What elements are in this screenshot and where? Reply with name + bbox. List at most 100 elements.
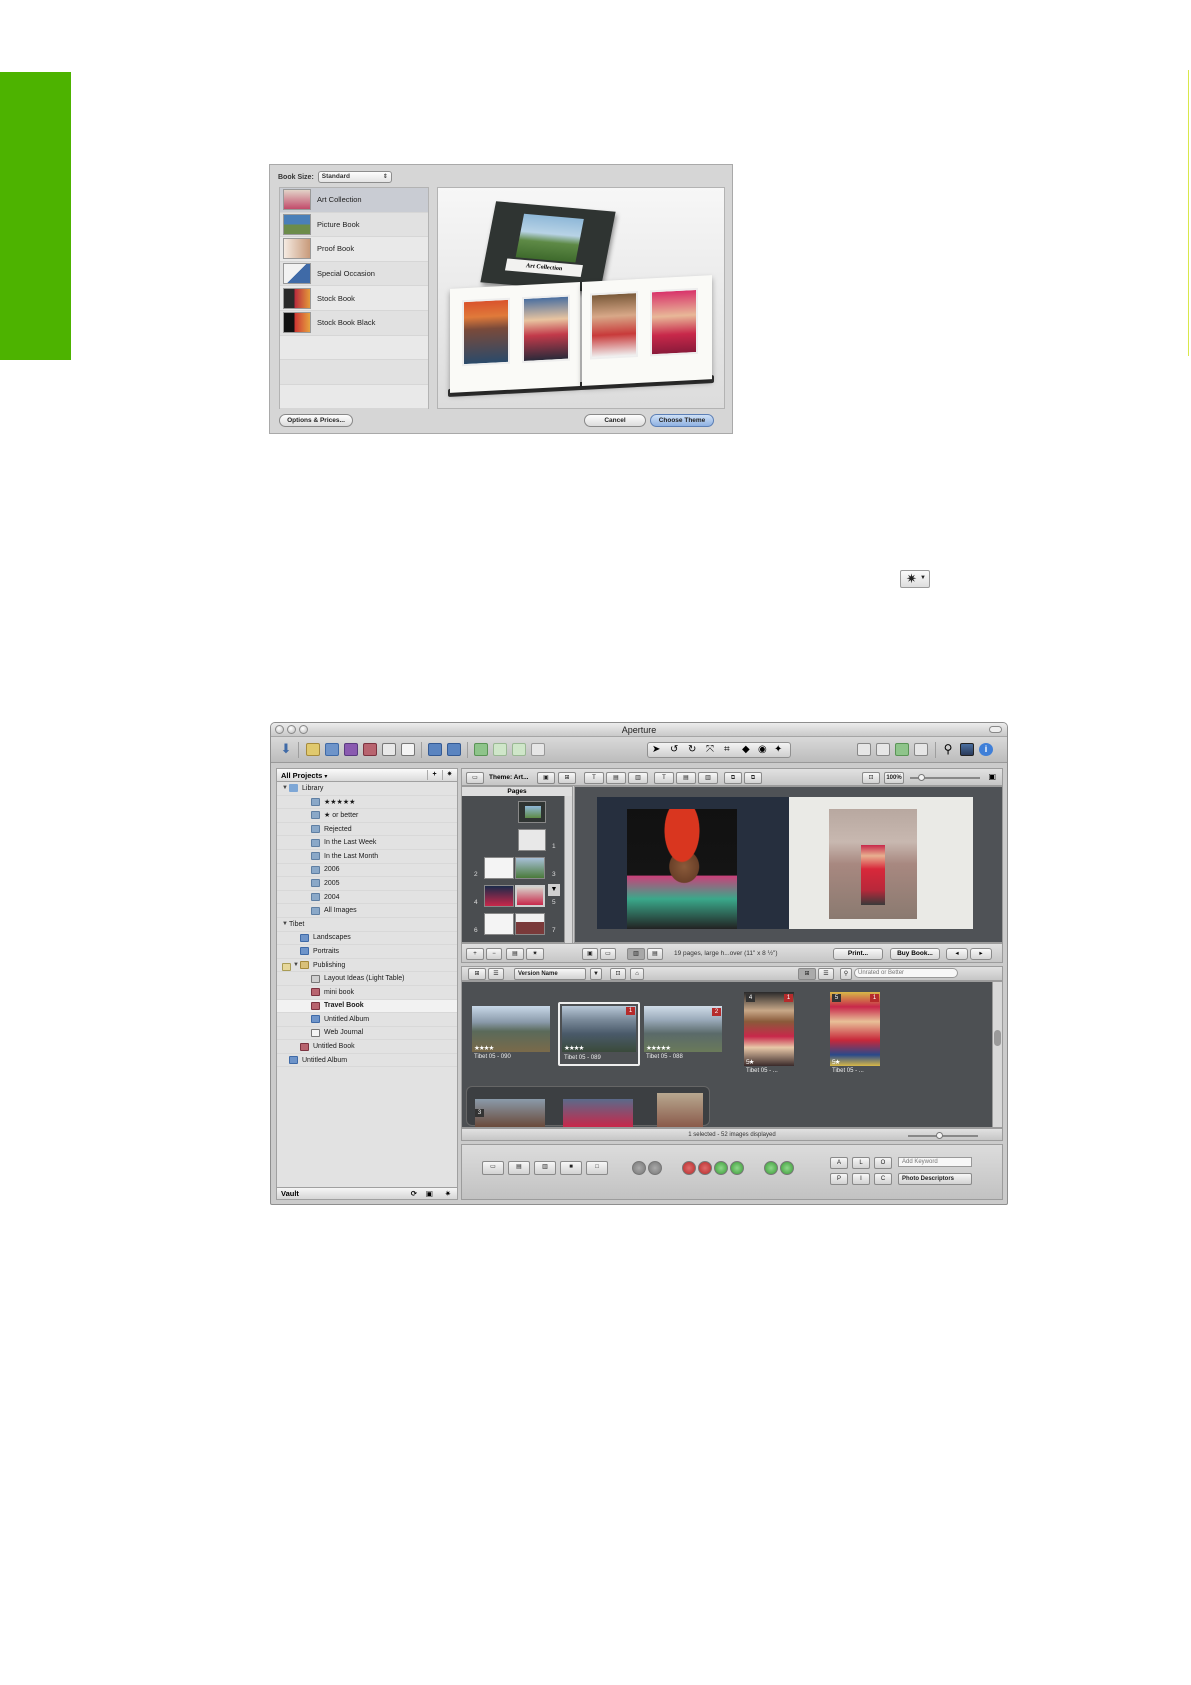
new-book-icon[interactable] bbox=[363, 743, 377, 756]
send-back-button[interactable]: ⧉ bbox=[724, 772, 742, 784]
keyword-button-o[interactable]: O bbox=[874, 1157, 892, 1169]
vault-add-icon[interactable]: ▣ bbox=[426, 1188, 433, 1200]
keyword-button-i[interactable]: I bbox=[852, 1173, 870, 1185]
tree-item[interactable]: ▼ Library bbox=[277, 782, 457, 796]
tree-item[interactable]: Untitled Album bbox=[277, 1054, 457, 1068]
page-thumb-cover[interactable] bbox=[518, 801, 546, 823]
toolbar-toggle-button[interactable] bbox=[989, 726, 1002, 733]
browser-scroll-thumb[interactable] bbox=[994, 1030, 1001, 1046]
browser-scrollbar[interactable] bbox=[992, 982, 1002, 1127]
view-mode-button[interactable]: ▥ bbox=[534, 1161, 556, 1175]
keyword-button-a[interactable]: A bbox=[830, 1157, 848, 1169]
stack-icon[interactable] bbox=[428, 743, 442, 756]
remove-page-button[interactable]: − bbox=[486, 948, 502, 960]
minimize-window-button[interactable] bbox=[287, 725, 296, 734]
add-photo-box-button[interactable]: ▤ bbox=[606, 772, 626, 784]
tree-item[interactable]: All Images bbox=[277, 904, 457, 918]
theme-item-picture-book[interactable]: Picture Book bbox=[280, 212, 428, 238]
filter-search-input[interactable]: Unrated or Better bbox=[854, 968, 958, 978]
tree-item[interactable]: ▼ Publishing bbox=[277, 959, 457, 973]
view-mode-button[interactable]: ▤ bbox=[508, 1161, 530, 1175]
bring-front-button[interactable]: ⧉ bbox=[744, 772, 762, 784]
adjustments-icon[interactable] bbox=[960, 743, 974, 756]
viewer-toggle-list-button[interactable]: ☰ bbox=[818, 968, 834, 980]
page-thumb-selected[interactable] bbox=[515, 885, 545, 907]
browser-layout-icon[interactable] bbox=[876, 743, 890, 756]
keyword-set-select[interactable]: Photo Descriptors bbox=[898, 1173, 972, 1185]
page-thumb[interactable] bbox=[484, 913, 514, 935]
edit-layout-button[interactable]: ▥ bbox=[627, 948, 645, 960]
keyword-button-l[interactable]: L bbox=[852, 1157, 870, 1169]
toggle-filmstrip-icon[interactable] bbox=[914, 743, 928, 756]
rotate-left-button[interactable] bbox=[632, 1161, 646, 1175]
view-mode-page-button[interactable]: ▣ bbox=[582, 948, 598, 960]
rotate-left-icon[interactable] bbox=[493, 743, 507, 756]
reject-button[interactable] bbox=[682, 1161, 696, 1175]
page-thumb[interactable] bbox=[515, 913, 545, 935]
select-button[interactable] bbox=[730, 1161, 744, 1175]
viewer-layout-icon[interactable] bbox=[857, 743, 871, 756]
pick-icon[interactable] bbox=[474, 743, 488, 756]
rotate-right-icon[interactable] bbox=[512, 743, 526, 756]
tree-item[interactable]: Layout Ideas (Light Table) bbox=[277, 972, 457, 986]
page-thumb[interactable] bbox=[515, 857, 545, 879]
photo-thumbnail[interactable]: 5 1 5★ Tibet 05 - ... bbox=[830, 992, 880, 1078]
projects-header[interactable]: All Projects ▾ + ✷ bbox=[277, 769, 457, 782]
photo-thumbnail[interactable]: ★★★★ Tibet 05 - 090 bbox=[472, 1006, 550, 1064]
keyword-button-c[interactable]: C bbox=[874, 1173, 892, 1185]
crop-tool-icon[interactable]: ⌗ bbox=[724, 744, 730, 755]
tree-item[interactable]: Landscapes bbox=[277, 932, 457, 946]
tree-item[interactable]: 2004 bbox=[277, 891, 457, 905]
tree-item[interactable]: In the Last Month bbox=[277, 850, 457, 864]
tree-item[interactable]: Portraits bbox=[277, 945, 457, 959]
thumbnail-size-slider[interactable] bbox=[908, 1132, 978, 1139]
page-thumb[interactable] bbox=[518, 829, 546, 851]
vault-action-gear-icon[interactable]: ✷ bbox=[445, 1188, 451, 1200]
loupe-icon[interactable]: ⚲ bbox=[941, 743, 955, 756]
lift-stamp-tool-icon[interactable]: ✦ bbox=[774, 744, 782, 755]
layout-page-button[interactable]: ▣ bbox=[537, 772, 555, 784]
set-text-button[interactable]: T bbox=[654, 772, 674, 784]
increase-rating-button[interactable] bbox=[714, 1161, 728, 1175]
spot-patch-tool-icon[interactable]: ◆ bbox=[742, 744, 750, 755]
straighten-tool-icon[interactable]: ⤧ bbox=[706, 744, 714, 755]
filter-hud-button[interactable]: ⊡ bbox=[610, 968, 626, 980]
add-page-button[interactable]: + bbox=[466, 948, 484, 960]
choose-theme-button[interactable]: Choose Theme bbox=[650, 414, 714, 427]
rotate-ccw-tool-icon[interactable]: ↻ bbox=[688, 744, 696, 755]
disclosure-triangle-icon[interactable]: ▼ bbox=[281, 785, 289, 791]
new-project-icon[interactable] bbox=[306, 743, 320, 756]
photo-thumbnail[interactable]: 4 1 5★ Tibet 05 - ... bbox=[744, 992, 794, 1078]
set-photo-button[interactable]: ▤ bbox=[676, 772, 696, 784]
theme-item-stock-book[interactable]: Stock Book bbox=[280, 286, 428, 311]
tree-item[interactable]: 2006 bbox=[277, 864, 457, 878]
disclosure-triangle-icon[interactable]: ▼ bbox=[292, 962, 300, 968]
toggle-keyword-icon[interactable] bbox=[895, 743, 909, 756]
tree-item[interactable]: Web Journal bbox=[277, 1027, 457, 1041]
spread-left-page-photo[interactable] bbox=[597, 797, 789, 929]
tree-item[interactable]: 2005 bbox=[277, 877, 457, 891]
theme-item-proof-book[interactable]: Proof Book bbox=[280, 237, 428, 262]
previous-image-button[interactable] bbox=[764, 1161, 778, 1175]
zoom-slider-knob[interactable] bbox=[918, 774, 925, 781]
lock-icon[interactable]: ⌂ bbox=[630, 968, 644, 980]
info-icon[interactable]: i bbox=[979, 743, 993, 756]
book-theme-button[interactable]: ▭ bbox=[466, 772, 484, 784]
zoom-slider[interactable] bbox=[910, 774, 980, 781]
compare-icon[interactable] bbox=[531, 743, 545, 756]
rotate-tool-icon[interactable]: ↺ bbox=[670, 744, 678, 755]
search-icon[interactable]: ⚲ bbox=[840, 968, 852, 980]
options-prices-button[interactable]: Options & Prices... bbox=[279, 414, 353, 427]
sort-direction-button[interactable]: ▼ bbox=[590, 968, 602, 980]
unstack-icon[interactable] bbox=[447, 743, 461, 756]
set-layout-button[interactable]: ▥ bbox=[698, 772, 718, 784]
view-mode-button[interactable]: ■ bbox=[560, 1161, 582, 1175]
layout-spread-button[interactable]: ⊞ bbox=[558, 772, 576, 784]
stack-row[interactable]: 3 bbox=[466, 1086, 710, 1127]
view-mode-button[interactable]: □ bbox=[586, 1161, 608, 1175]
grid-view-button[interactable]: ⊞ bbox=[468, 968, 486, 980]
projects-action-gear-icon[interactable]: ✷ bbox=[442, 770, 456, 780]
theme-item-stock-book-black[interactable]: Stock Book Black bbox=[280, 310, 428, 336]
new-album-icon[interactable] bbox=[325, 743, 339, 756]
tree-item[interactable]: Travel Book bbox=[277, 999, 457, 1014]
